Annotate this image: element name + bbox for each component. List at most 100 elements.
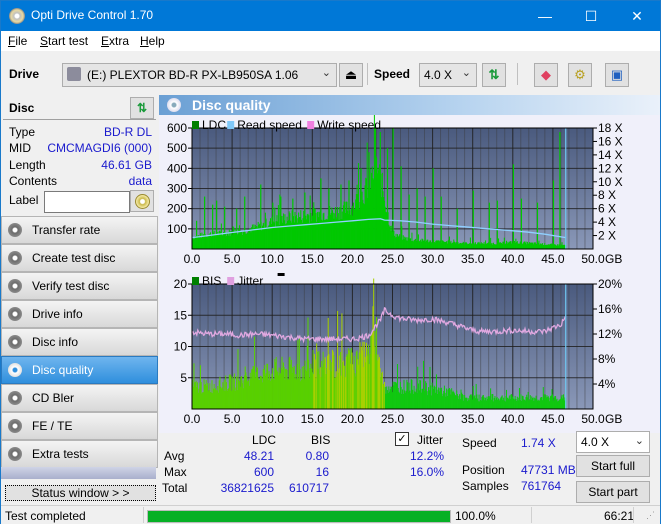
menu-help[interactable]: Help xyxy=(140,34,165,48)
y-tick-label: 20 xyxy=(174,277,188,291)
nav-item-disc-quality[interactable]: Disc quality xyxy=(1,356,158,384)
main-panel: Disc quality 100 200 300 400 500 600 2 X4 X6 X… xyxy=(159,95,660,505)
start-full-button[interactable]: Start full xyxy=(576,455,650,477)
y-tick-label: 400 xyxy=(167,161,187,175)
test-speed-select[interactable]: 4.0 X ⌄ xyxy=(576,431,650,453)
ldc-spike xyxy=(280,196,282,249)
test-speed-value: 4.0 X xyxy=(581,435,610,449)
minimize-button[interactable]: — xyxy=(522,1,568,31)
disc-refresh-button[interactable]: ⇅ xyxy=(130,97,154,119)
drive-select-value: (E:) PLEXTOR BD-R PX-LB950SA 1.06 xyxy=(87,68,299,82)
disc-label-button[interactable] xyxy=(130,190,154,212)
save-icon: ▣ xyxy=(610,67,624,82)
disc-label-input[interactable] xyxy=(44,191,130,213)
ldc-spike xyxy=(512,164,514,249)
nav-item-label: Create test disc xyxy=(32,251,116,265)
x-tick-label: 25.0 xyxy=(381,412,405,426)
ldc-spike xyxy=(432,168,434,249)
stats-col-bis: BIS xyxy=(311,433,331,447)
menu-extra-label: xtra xyxy=(109,34,130,48)
nav-item-label: CD Bler xyxy=(32,391,75,405)
disc-icon xyxy=(8,447,22,461)
start-part-button[interactable]: Start part xyxy=(576,481,650,503)
erase-button[interactable]: ◆ xyxy=(534,63,558,87)
disc-icon xyxy=(8,391,22,405)
y-tick-label: 500 xyxy=(167,141,187,155)
maximize-button[interactable]: ☐ xyxy=(568,1,614,31)
status-window-button[interactable]: Status window > > xyxy=(5,485,156,501)
menu-extra[interactable]: Extra xyxy=(101,34,129,48)
legend-label: LDC xyxy=(202,118,226,132)
ldc-spike xyxy=(456,208,458,249)
disc-contents-key: Contents xyxy=(9,174,58,188)
x-tick-label: 5.0 xyxy=(224,252,241,266)
resize-grip-icon[interactable]: ⋰ xyxy=(646,510,655,521)
close-button[interactable]: ✕ xyxy=(614,1,660,31)
legend-swatch xyxy=(192,121,199,129)
progress-bar xyxy=(147,510,451,523)
nav-item-fe-te[interactable]: FE / TE xyxy=(1,412,158,440)
status-message: Test completed xyxy=(5,509,86,523)
nav-item-create-test-disc[interactable]: Create test disc xyxy=(1,244,158,272)
menu-start-test-label: tart test xyxy=(48,34,89,48)
menu-file[interactable]: File xyxy=(8,34,27,48)
status-divider xyxy=(143,507,144,523)
y2-tick-label: 6 X xyxy=(598,202,616,216)
speed-select[interactable]: 4.0 X ⌄ xyxy=(419,63,477,87)
nav-item-disc-info[interactable]: Disc info xyxy=(1,328,158,356)
toolbar: Drive (E:) PLEXTOR BD-R PX-LB950SA 1.06 … xyxy=(1,51,660,95)
x-tick-label: 10.0 xyxy=(261,252,285,266)
ldc-spike xyxy=(379,132,381,249)
stats-panel: LDC BIS ✓ Jitter Avg 48.21 0.80 12.2% Ma… xyxy=(159,431,660,505)
nav-item-extra-tests[interactable]: Extra tests xyxy=(1,440,158,468)
legend-label: Read speed xyxy=(237,118,302,132)
menu-start-test[interactable]: Start test xyxy=(40,34,88,48)
ldc-spike xyxy=(272,202,274,249)
speed-select-value: 4.0 X xyxy=(424,68,453,82)
speed-label: Speed xyxy=(374,67,411,81)
disc-icon xyxy=(8,419,22,433)
disc-panel-title: Disc xyxy=(9,101,35,115)
ldc-spike xyxy=(348,180,350,249)
disc-icon xyxy=(8,279,22,293)
stats-avg-jitter: 12.2% xyxy=(409,449,444,463)
disc-icon xyxy=(8,363,22,377)
ldc-chart: 100 200 300 400 500 600 2 X4 X6 X8 X10 X12 X14… xyxy=(167,99,623,266)
disc-quality-title: Disc quality xyxy=(192,97,271,113)
disc-icon xyxy=(8,335,22,349)
menu-help-label: elp xyxy=(148,34,165,48)
nav-item-drive-info[interactable]: Drive info xyxy=(1,300,158,328)
ldc-spike xyxy=(304,192,306,249)
y2-tick-label: 8 X xyxy=(598,188,616,202)
check-icon: ✓ xyxy=(397,433,407,445)
disc-contents-value: data xyxy=(128,174,152,188)
nav-item-cd-bler[interactable]: CD Bler xyxy=(1,384,158,412)
nav-item-label: Disc quality xyxy=(32,363,94,377)
stats-total-ldc: 36821625 xyxy=(220,481,274,495)
x-tick-label: 40.0 xyxy=(501,412,525,426)
x-tick-label: 40.0 xyxy=(501,252,525,266)
legend-swatch xyxy=(227,121,235,129)
drive-icon xyxy=(67,67,81,81)
eject-icon: ⏏ xyxy=(344,67,358,82)
stats-total-label: Total xyxy=(162,481,188,495)
refresh-button[interactable]: ⇅ xyxy=(482,63,506,87)
ldc-spike xyxy=(368,152,370,249)
save-button[interactable]: ▣ xyxy=(605,63,629,87)
stats-max-label: Max xyxy=(164,465,187,479)
title-bar: Opti Drive Control 1.70 — ☐ ✕ xyxy=(1,1,660,31)
ldc-spike xyxy=(204,196,206,249)
eject-button[interactable]: ⏏ xyxy=(339,63,363,87)
stats-col-jitter: Jitter xyxy=(417,433,444,447)
drive-select[interactable]: (E:) PLEXTOR BD-R PX-LB950SA 1.06 ⌄ xyxy=(62,63,337,87)
ldc-spike xyxy=(559,132,561,249)
menu-start-test-accel: S xyxy=(40,34,49,48)
stats-max-jitter: 16.0% xyxy=(409,465,444,479)
nav-item-transfer-rate[interactable]: Transfer rate xyxy=(1,216,158,244)
bis-chart: 5 10 15 20 4% 8% 12% 16% 20% 0.0 5.0 10.0 15.0 20.0 25… xyxy=(174,273,622,426)
ldc-spike xyxy=(360,168,362,249)
settings-button[interactable]: ⚙ xyxy=(568,63,592,87)
nav-item-label: Verify test disc xyxy=(32,279,110,293)
nav-item-verify-test-disc[interactable]: Verify test disc xyxy=(1,272,158,300)
jitter-checkbox[interactable]: ✓ xyxy=(395,432,409,446)
